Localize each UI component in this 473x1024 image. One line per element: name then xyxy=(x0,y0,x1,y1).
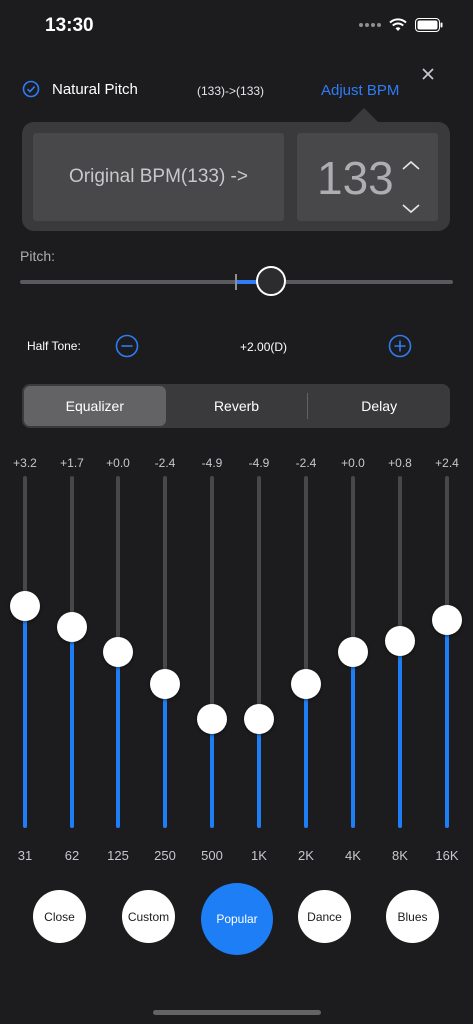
preset-custom-button[interactable]: Custom xyxy=(122,890,175,943)
eq-band-1k: -4.9 1K xyxy=(234,450,284,870)
eq-slider-fill xyxy=(23,606,27,828)
eq-band-value: -2.4 xyxy=(154,456,176,470)
eq-slider-knob[interactable] xyxy=(338,637,368,667)
eq-band-frequency: 2K xyxy=(298,848,314,863)
eq-band-31: +3.2 31 xyxy=(0,450,50,870)
eq-band-frequency: 4K xyxy=(345,848,361,863)
eq-band-frequency: 16K xyxy=(435,848,459,863)
eq-slider-knob[interactable] xyxy=(150,668,180,699)
preset-popular-button[interactable]: Popular xyxy=(201,883,273,955)
home-indicator xyxy=(153,1010,321,1015)
eq-slider-fill xyxy=(351,652,355,828)
bpm-change-readout: (133)->(133) xyxy=(197,84,265,98)
eq-band-value: -4.9 xyxy=(248,456,270,470)
cellular-signal-icon xyxy=(359,23,381,27)
eq-slider-fill xyxy=(70,627,74,828)
pitch-center-mark xyxy=(235,274,237,290)
adjust-bpm-button[interactable]: Adjust BPM xyxy=(321,82,399,99)
eq-slider-fill xyxy=(445,620,449,828)
battery-icon xyxy=(415,18,443,32)
sound-effects-screen: 13:30 Natural Pitch (133)->(133) Adjust … xyxy=(0,0,473,1024)
eq-band-frequency: 125 xyxy=(107,848,129,863)
preset-dance-button[interactable]: Dance xyxy=(298,890,351,943)
eq-band-value: +3.2 xyxy=(13,456,37,470)
tab-equalizer[interactable]: Equalizer xyxy=(24,386,166,426)
wifi-icon xyxy=(389,18,407,31)
eq-band-frequency: 1K xyxy=(251,848,267,863)
eq-slider-knob[interactable] xyxy=(103,637,133,667)
eq-slider-fill xyxy=(163,683,167,828)
eq-band-value: -4.9 xyxy=(201,456,223,470)
pitch-label: Pitch: xyxy=(20,248,56,264)
natural-pitch-toggle[interactable]: Natural Pitch xyxy=(22,80,138,98)
original-bpm-label: Original BPM(133) -> xyxy=(33,133,284,221)
eq-band-16k: +2.4 16K xyxy=(422,450,472,870)
eq-slider-fill xyxy=(304,683,308,828)
eq-band-value: +2.4 xyxy=(435,456,459,470)
chevron-down-icon[interactable] xyxy=(401,203,421,215)
pitch-slider-thumb[interactable] xyxy=(256,266,286,296)
eq-slider-knob[interactable] xyxy=(291,668,321,699)
preset-close-button[interactable]: Close xyxy=(33,890,86,943)
bpm-popover: Original BPM(133) -> 133 xyxy=(22,122,450,231)
effects-tab-bar: Equalizer Reverb Delay xyxy=(22,384,450,428)
natural-pitch-label: Natural Pitch xyxy=(52,80,138,98)
popover-arrow xyxy=(350,108,378,122)
chevron-up-icon[interactable] xyxy=(401,159,421,171)
eq-band-frequency: 250 xyxy=(154,848,176,863)
eq-band-value: +1.7 xyxy=(60,456,84,470)
tab-reverb[interactable]: Reverb xyxy=(166,386,308,426)
eq-band-4k: +0.0 4K xyxy=(328,450,378,870)
half-tone-value: +2.00(D) xyxy=(240,340,288,354)
eq-slider-knob[interactable] xyxy=(432,605,462,636)
eq-band-frequency: 62 xyxy=(64,848,80,863)
plus-circle-icon[interactable] xyxy=(388,334,412,358)
eq-band-8k: +0.8 8K xyxy=(375,450,425,870)
status-time: 13:30 xyxy=(45,15,94,36)
preset-blues-button[interactable]: Blues xyxy=(386,890,439,943)
eq-slider-fill xyxy=(210,718,214,828)
eq-band-value: +0.0 xyxy=(106,456,130,470)
status-icons xyxy=(359,18,443,32)
eq-band-frequency: 31 xyxy=(17,848,33,863)
eq-slider-knob[interactable] xyxy=(57,612,87,643)
eq-band-2k: -2.4 2K xyxy=(281,450,331,870)
eq-band-value: +0.8 xyxy=(388,456,412,470)
tab-delay[interactable]: Delay xyxy=(308,386,450,426)
eq-band-value: -2.4 xyxy=(295,456,317,470)
half-tone-label: Half Tone: xyxy=(27,339,81,353)
equalizer-panel: +3.2 31 +1.7 62 +0.0 125 -2.4 250 -4.9 500 -4.9 1K -… xyxy=(0,450,473,870)
eq-band-500: -4.9 500 xyxy=(187,450,237,870)
eq-slider-knob[interactable] xyxy=(10,591,40,622)
checkmark-circle-icon[interactable] xyxy=(22,80,40,98)
eq-slider-knob[interactable] xyxy=(385,626,415,657)
eq-slider-fill xyxy=(398,641,402,828)
eq-slider-fill xyxy=(257,718,261,828)
eq-band-value: +0.0 xyxy=(341,456,365,470)
eq-slider-knob[interactable] xyxy=(244,703,274,734)
eq-slider-fill xyxy=(116,652,120,828)
eq-band-250: -2.4 250 xyxy=(140,450,190,870)
close-icon[interactable] xyxy=(420,66,436,82)
eq-band-125: +0.0 125 xyxy=(93,450,143,870)
bpm-stepper[interactable]: 133 xyxy=(297,133,438,221)
eq-slider-knob[interactable] xyxy=(197,703,227,734)
minus-circle-icon[interactable] xyxy=(115,334,139,358)
eq-band-62: +1.7 62 xyxy=(47,450,97,870)
bpm-value: 133 xyxy=(317,152,394,204)
eq-band-frequency: 500 xyxy=(201,848,223,863)
eq-band-frequency: 8K xyxy=(392,848,408,863)
